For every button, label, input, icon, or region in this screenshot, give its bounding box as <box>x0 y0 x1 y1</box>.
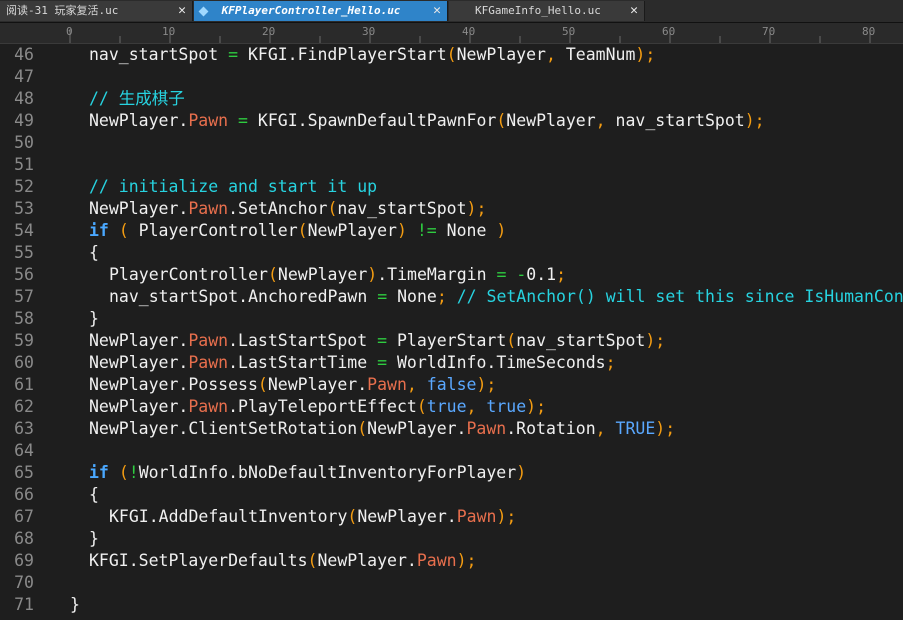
code-text: NewPlayer.Pawn.PlayTeleportEffect(true, … <box>89 397 547 416</box>
tab-gameinfo[interactable]: KFGameInfo_Hello.uc ✕ <box>449 1 645 21</box>
code-line[interactable]: 68} <box>0 528 903 550</box>
line-number: 62 <box>14 397 34 416</box>
tab-label: KFGameInfo_Hello.uc <box>475 4 601 17</box>
code-text: PlayerController(NewPlayer).TimeMargin =… <box>109 265 567 284</box>
ruler-label: 80 <box>862 25 876 38</box>
close-icon[interactable]: ✕ <box>433 1 441 21</box>
code-line[interactable]: 64 <box>0 440 903 462</box>
code-line[interactable]: 67 KFGI.AddDefaultInventory(NewPlayer.Paw… <box>0 506 903 528</box>
code-line[interactable]: 59 NewPlayer.Pawn.LastStartSpot = PlayerS… <box>0 330 903 352</box>
code-text: NewPlayer.Pawn = KFGI.SpawnDefaultPawnFo… <box>89 111 765 130</box>
line-number: 55 <box>14 243 34 262</box>
line-number: 52 <box>14 177 34 196</box>
ruler-label: 40 <box>462 25 476 38</box>
ruler-label: 10 <box>162 25 176 38</box>
code-line[interactable]: 71} <box>0 594 903 616</box>
code-line[interactable]: 49 NewPlayer.Pawn = KFGI.SpawnDefaultPawn… <box>0 110 903 132</box>
tab-bar: 阅读-31 玩家复活.uc ✕ KFPlayerController_Hello… <box>0 0 903 23</box>
code-line[interactable]: 60 NewPlayer.Pawn.LastStartTime = WorldIn… <box>0 352 903 374</box>
code-text: nav_startSpot = KFGI.FindPlayerStart(New… <box>89 45 656 64</box>
code-text: } <box>89 309 99 328</box>
code-line[interactable]: 70 <box>0 572 903 594</box>
line-number: 61 <box>14 375 34 394</box>
tab-playercontroller[interactable]: KFPlayerController_Hello.uc ✕ <box>194 1 448 21</box>
code-text: } <box>89 529 99 548</box>
line-number: 47 <box>14 67 34 86</box>
code-line[interactable]: 48 // 生成棋子 <box>0 88 903 110</box>
tab-label: 阅读-31 玩家复活.uc <box>6 4 119 17</box>
code-text: } <box>70 595 80 614</box>
code-text: nav_startSpot.AnchoredPawn = None; // Se… <box>109 287 903 306</box>
ruler-label: 0 <box>66 25 73 38</box>
code-line[interactable]: 55 { <box>0 242 903 264</box>
code-text: NewPlayer.Pawn.SetAnchor(nav_startSpot); <box>89 199 487 218</box>
line-number: 49 <box>14 111 34 130</box>
code-line[interactable]: 51 <box>0 154 903 176</box>
code-line[interactable]: 58} <box>0 308 903 330</box>
ruler-label: 50 <box>562 25 576 38</box>
code-line[interactable]: 57 nav_startSpot.AnchoredPawn = None; // … <box>0 286 903 308</box>
code-line[interactable]: 69 KFGI.SetPlayerDefaults(NewPlayer.Pawn)… <box>0 550 903 572</box>
code-line[interactable]: 65 if (!WorldInfo.bNoDefaultInventoryForP… <box>0 462 903 484</box>
code-line[interactable]: 56 PlayerController(NewPlayer).TimeMargin… <box>0 264 903 286</box>
line-number: 65 <box>14 463 34 482</box>
column-ruler: 0 10 20 30 40 50 60 70 80 <box>0 23 903 44</box>
close-icon[interactable]: ✕ <box>630 1 638 21</box>
line-number: 50 <box>14 133 34 152</box>
ruler-label: 70 <box>762 25 776 38</box>
line-number: 67 <box>14 507 34 526</box>
code-line[interactable]: 53 NewPlayer.Pawn.SetAnchor(nav_startSpot… <box>0 198 903 220</box>
code-text: // 生成棋子 <box>89 89 185 108</box>
line-number: 64 <box>14 441 34 460</box>
line-number: 71 <box>14 595 34 614</box>
line-number: 53 <box>14 199 34 218</box>
line-number: 68 <box>14 529 34 548</box>
line-number: 59 <box>14 331 34 350</box>
file-modified-icon <box>198 6 209 16</box>
code-line[interactable]: 52 // initialize and start it up <box>0 176 903 198</box>
code-line[interactable]: 62 NewPlayer.Pawn.PlayTeleportEffect(true… <box>0 396 903 418</box>
code-line[interactable]: 46 nav_startSpot = KFGI.FindPlayerStart(N… <box>0 44 903 66</box>
code-editor[interactable]: 46 nav_startSpot = KFGI.FindPlayerStart(N… <box>0 44 903 620</box>
code-text: { <box>89 243 99 262</box>
code-line[interactable]: 61 NewPlayer.Possess(NewPlayer.Pawn, fals… <box>0 374 903 396</box>
code-line[interactable]: 63 NewPlayer.ClientSetRotation(NewPlayer.… <box>0 418 903 440</box>
code-text: NewPlayer.Pawn.LastStartSpot = PlayerSta… <box>89 331 666 350</box>
line-number: 57 <box>14 287 34 306</box>
close-icon[interactable]: ✕ <box>178 1 186 21</box>
ruler-label: 30 <box>362 25 376 38</box>
code-line[interactable]: 66 { <box>0 484 903 506</box>
code-line[interactable]: 54 if ( PlayerController(NewPlayer) != No… <box>0 220 903 242</box>
code-line[interactable]: 47 <box>0 66 903 88</box>
code-text: NewPlayer.Pawn.LastStartTime = WorldInfo… <box>89 353 616 372</box>
code-text: if (!WorldInfo.bNoDefaultInventoryForPla… <box>89 463 527 482</box>
line-number: 63 <box>14 419 34 438</box>
code-line[interactable]: 50 <box>0 132 903 154</box>
line-number: 54 <box>14 221 34 240</box>
code-text: if ( PlayerController(NewPlayer) != None… <box>89 221 507 240</box>
line-number: 70 <box>14 573 34 592</box>
line-number: 56 <box>14 265 34 284</box>
line-number: 51 <box>14 155 34 174</box>
code-text: NewPlayer.ClientSetRotation(NewPlayer.Pa… <box>89 419 676 438</box>
tab-label: KFPlayerController_Hello.uc <box>221 4 401 17</box>
line-number: 48 <box>14 89 34 108</box>
line-number: 46 <box>14 45 34 64</box>
ruler-label: 20 <box>262 25 276 38</box>
line-number: 66 <box>14 485 34 504</box>
code-text: { <box>89 485 99 504</box>
code-text: KFGI.SetPlayerDefaults(NewPlayer.Pawn); <box>89 551 477 570</box>
line-number: 58 <box>14 309 34 328</box>
tab-read-31[interactable]: 阅读-31 玩家复活.uc ✕ <box>0 1 193 21</box>
code-text: KFGI.AddDefaultInventory(NewPlayer.Pawn)… <box>109 507 517 526</box>
line-number: 69 <box>14 551 34 570</box>
line-number: 60 <box>14 353 34 372</box>
ruler-label: 60 <box>662 25 676 38</box>
code-text: NewPlayer.Possess(NewPlayer.Pawn, false)… <box>89 375 497 394</box>
code-text: // initialize and start it up <box>89 177 378 196</box>
